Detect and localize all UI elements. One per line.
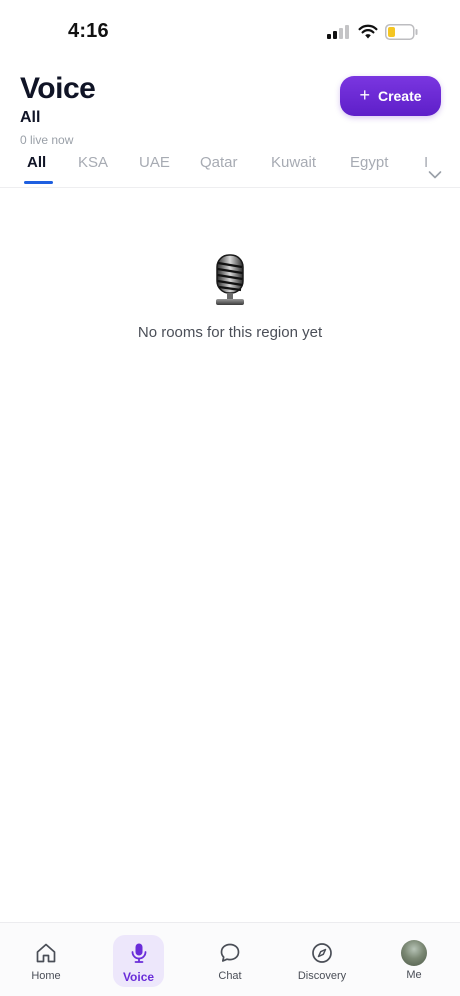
- nav-chat[interactable]: Chat: [195, 935, 265, 987]
- nav-voice-label: Voice: [122, 970, 155, 984]
- cellular-signal-icon: [327, 25, 349, 39]
- page-title: Voice: [20, 72, 96, 105]
- tab-qatar[interactable]: Qatar: [200, 154, 238, 171]
- chevron-down-icon[interactable]: [428, 170, 442, 180]
- status-bar: 4:16: [0, 0, 460, 60]
- battery-icon: [385, 24, 418, 40]
- nav-discovery-label: Discovery: [297, 970, 347, 982]
- region-title: All: [20, 109, 41, 126]
- live-count: 0 live now: [20, 133, 74, 147]
- tab-more[interactable]: I: [424, 154, 428, 171]
- tab-uae[interactable]: UAE: [139, 154, 170, 171]
- nav-voice[interactable]: Voice: [113, 935, 164, 987]
- tab-egypt[interactable]: Egypt: [350, 154, 388, 171]
- create-button[interactable]: + Create: [340, 76, 441, 116]
- wifi-icon: [358, 24, 378, 39]
- region-tabs: All KSA UAE Qatar Kuwait Egypt I: [0, 150, 460, 188]
- active-tab-indicator: [24, 181, 53, 184]
- status-time: 4:16: [68, 20, 109, 42]
- microphone-icon: [131, 943, 146, 963]
- home-icon: [36, 943, 56, 963]
- tab-ksa[interactable]: KSA: [78, 154, 108, 171]
- tab-all[interactable]: All: [27, 154, 46, 171]
- nav-discovery[interactable]: Discovery: [287, 935, 357, 987]
- plus-icon: +: [359, 85, 370, 105]
- nav-me[interactable]: Me: [379, 935, 449, 987]
- nav-chat-label: Chat: [218, 970, 242, 982]
- nav-home-label: Home: [31, 970, 61, 982]
- create-button-label: Create: [377, 88, 422, 104]
- nav-me-label: Me: [406, 969, 422, 981]
- chat-bubble-icon: [220, 943, 240, 962]
- tab-kuwait[interactable]: Kuwait: [271, 154, 316, 171]
- empty-state-message: No rooms for this region yet: [137, 324, 323, 341]
- bottom-nav: Home Voice Chat Discovery Me: [0, 922, 460, 996]
- compass-icon: [312, 943, 332, 963]
- nav-home[interactable]: Home: [11, 935, 81, 987]
- avatar: [401, 940, 427, 966]
- microphone-icon: [216, 254, 244, 305]
